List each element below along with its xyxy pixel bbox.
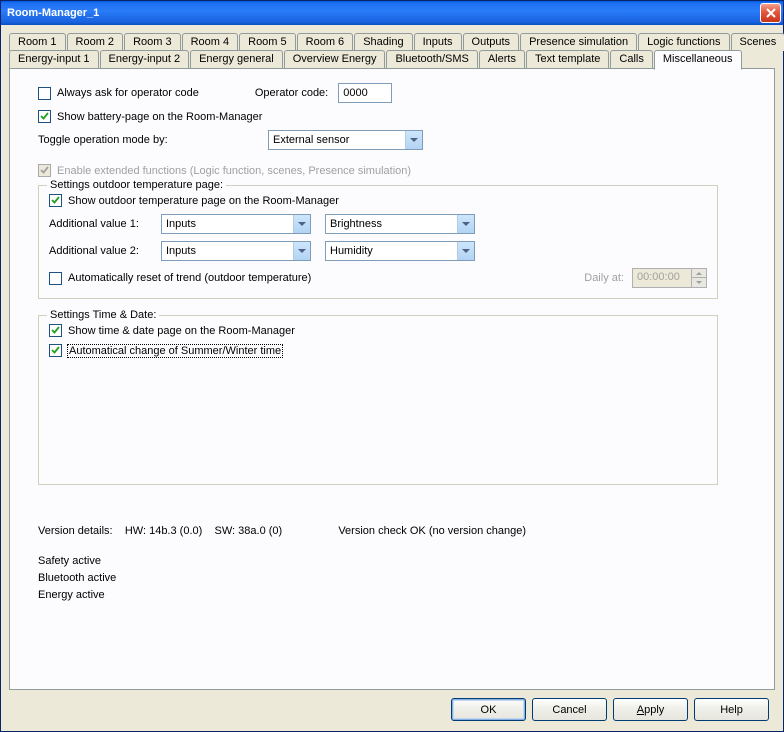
status-line: Safety active	[38, 555, 754, 567]
auto-summer-label: Automatical change of Summer/Winter time	[68, 345, 282, 357]
status-line: Bluetooth active	[38, 572, 754, 584]
add1-value-value: Brightness	[330, 218, 457, 230]
tab-text-template[interactable]: Text template	[526, 50, 609, 69]
ok-button[interactable]: OK	[451, 698, 526, 721]
version-check: Version check OK (no version change)	[338, 525, 526, 537]
tab-bluetooth-sms[interactable]: Bluetooth/SMS	[386, 50, 477, 69]
show-outdoor-label: Show outdoor temperature page on the Roo…	[68, 195, 339, 207]
enable-extended-checkbox	[38, 164, 51, 177]
tab-strip: Room 1Room 2Room 3Room 4Room 5Room 6Shad…	[9, 33, 775, 68]
tab-presence-simulation[interactable]: Presence simulation	[520, 33, 637, 51]
tab-room-3[interactable]: Room 3	[124, 33, 181, 51]
close-button[interactable]	[760, 3, 781, 23]
auto-reset-trend-checkbox[interactable]	[49, 272, 62, 285]
outdoor-fieldset: Settings outdoor temperature page: Show …	[38, 185, 718, 299]
enable-extended-label: Enable extended functions (Logic functio…	[57, 165, 411, 177]
timedate-fieldset: Settings Time & Date: Show time & date p…	[38, 315, 718, 485]
tab-scenes[interactable]: Scenes	[731, 33, 784, 51]
operator-code-label: Operator code:	[255, 87, 328, 99]
window-title: Room-Manager_1	[7, 7, 760, 19]
close-icon	[766, 8, 776, 18]
daily-at-spinner: 00:00:00	[632, 268, 707, 288]
cancel-button[interactable]: Cancel	[532, 698, 607, 721]
tab-shading[interactable]: Shading	[354, 33, 412, 51]
status-block: Version details: HW: 14b.3 (0.0) SW: 38a…	[38, 525, 754, 601]
tab-room-5[interactable]: Room 5	[239, 33, 296, 51]
show-battery-label: Show battery-page on the Room-Manager	[57, 111, 262, 123]
add1-value-select[interactable]: Brightness	[325, 214, 475, 234]
version-sw: SW: 38a.0 (0)	[215, 525, 283, 537]
chevron-down-icon	[457, 215, 474, 233]
add1-source-value: Inputs	[166, 218, 293, 230]
tab-logic-functions[interactable]: Logic functions	[638, 33, 729, 51]
add1-source-select[interactable]: Inputs	[161, 214, 311, 234]
spinner-down-icon	[691, 278, 706, 287]
add2-source-value: Inputs	[166, 245, 293, 257]
always-ask-label: Always ask for operator code	[57, 87, 199, 99]
timedate-legend: Settings Time & Date:	[47, 309, 159, 321]
toggle-mode-value: External sensor	[273, 134, 405, 146]
daily-at-label: Daily at:	[584, 272, 624, 284]
version-hw: HW: 14b.3 (0.0)	[125, 525, 202, 537]
add2-value-select[interactable]: Humidity	[325, 241, 475, 261]
outdoor-legend: Settings outdoor temperature page:	[47, 179, 226, 191]
tab-room-1[interactable]: Room 1	[9, 33, 66, 51]
tab-outputs[interactable]: Outputs	[463, 33, 520, 51]
button-bar: OK Cancel Apply Help	[9, 690, 775, 723]
tab-energy-general[interactable]: Energy general	[190, 50, 283, 69]
tab-overview-energy[interactable]: Overview Energy	[284, 50, 386, 69]
tab-room-2[interactable]: Room 2	[67, 33, 124, 51]
help-button[interactable]: Help	[694, 698, 769, 721]
titlebar: Room-Manager_1	[1, 1, 783, 25]
tab-energy-input-2[interactable]: Energy-input 2	[100, 50, 190, 69]
daily-at-value: 00:00:00	[633, 269, 691, 287]
tab-room-6[interactable]: Room 6	[297, 33, 354, 51]
add2-value-value: Humidity	[330, 245, 457, 257]
chevron-down-icon	[293, 215, 310, 233]
tab-miscellaneous[interactable]: Miscellaneous	[654, 50, 742, 70]
spinner-up-icon	[691, 269, 706, 278]
auto-summer-checkbox[interactable]	[49, 344, 62, 357]
toggle-mode-label: Toggle operation mode by:	[38, 134, 268, 146]
tab-content-miscellaneous: Always ask for operator code Operator co…	[9, 68, 775, 690]
tab-inputs[interactable]: Inputs	[414, 33, 462, 51]
tab-alerts[interactable]: Alerts	[479, 50, 525, 69]
chevron-down-icon	[405, 131, 422, 149]
apply-button[interactable]: Apply	[613, 698, 688, 721]
show-outdoor-checkbox[interactable]	[49, 194, 62, 207]
chevron-down-icon	[293, 242, 310, 260]
auto-reset-trend-label: Automatically reset of trend (outdoor te…	[68, 272, 311, 284]
add2-source-select[interactable]: Inputs	[161, 241, 311, 261]
tab-energy-input-1[interactable]: Energy-input 1	[9, 50, 99, 69]
tab-calls[interactable]: Calls	[610, 50, 652, 69]
show-battery-checkbox[interactable]	[38, 110, 51, 123]
add1-label: Additional value 1:	[49, 218, 161, 230]
version-details-label: Version details:	[38, 525, 113, 537]
tab-room-4[interactable]: Room 4	[182, 33, 239, 51]
operator-code-input[interactable]	[338, 83, 392, 103]
always-ask-checkbox[interactable]	[38, 87, 51, 100]
status-line: Energy active	[38, 589, 754, 601]
chevron-down-icon	[457, 242, 474, 260]
toggle-mode-select[interactable]: External sensor	[268, 130, 423, 150]
show-timedate-checkbox[interactable]	[49, 324, 62, 337]
show-timedate-label: Show time & date page on the Room-Manage…	[68, 325, 295, 337]
add2-label: Additional value 2:	[49, 245, 161, 257]
